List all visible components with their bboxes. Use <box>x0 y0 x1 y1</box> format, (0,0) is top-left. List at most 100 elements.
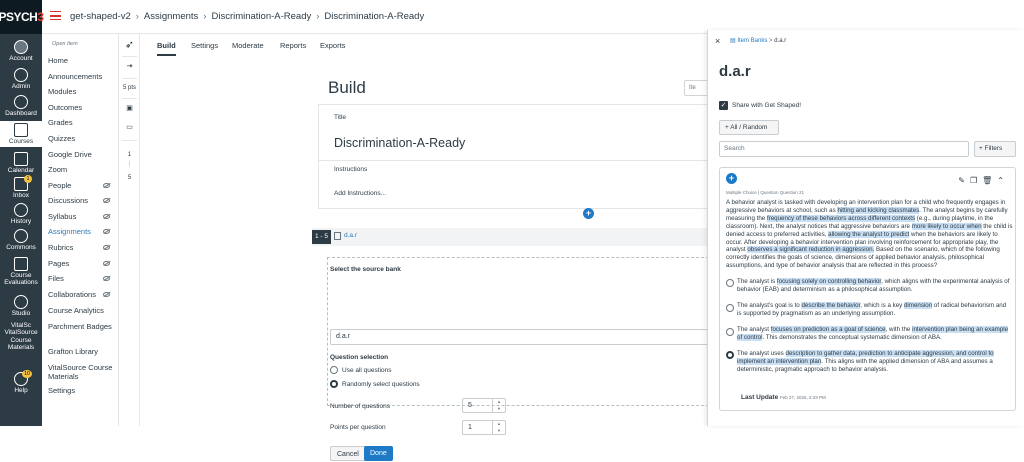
chevron-up-icon[interactable]: ⌃ <box>997 176 1009 185</box>
nav-account[interactable]: Account <box>0 40 42 62</box>
tab-moderate[interactable]: Moderate <box>232 41 264 50</box>
search-input[interactable]: Search <box>719 141 969 157</box>
question-meta: Multiple Choice | Question Question 21 <box>726 190 804 195</box>
course-nav-item[interactable]: Parchment Badges <box>48 322 114 331</box>
course-nav-item-files[interactable]: Files <box>48 274 114 283</box>
quiz-title[interactable]: Discrimination-A-Ready <box>334 136 465 150</box>
source-bank-select[interactable]: d.a.r <box>330 329 716 345</box>
add-question-plus-icon[interactable]: + <box>726 173 737 184</box>
nav-history[interactable]: History <box>0 203 42 225</box>
bank-range-chip: 1 - 5 <box>312 230 332 244</box>
course-nav-item[interactable]: Zoom <box>48 165 114 174</box>
crumb-item-banks[interactable]: Item Banks <box>737 38 767 44</box>
breadcrumb-assignments[interactable]: Assignments <box>144 11 198 22</box>
stepper-arrows-icon[interactable]: ▲ ▼ <box>492 421 505 434</box>
tab-reports[interactable]: Reports <box>280 41 306 50</box>
course-nav-item[interactable]: Grades <box>48 118 114 127</box>
answer-radio[interactable] <box>726 328 734 336</box>
course-nav-item-assignments[interactable]: Assignments <box>48 227 114 236</box>
rocket-icon[interactable]: ➶ <box>123 39 136 52</box>
nav-courses[interactable]: Courses <box>0 121 42 147</box>
nav-label: Admin <box>11 83 31 90</box>
nav-help[interactable]: 10 Help <box>0 370 42 394</box>
breadcrumb-course[interactable]: get-shaped-v2 <box>70 11 131 22</box>
course-nav-item-collaborations[interactable]: Collaborations <box>48 290 114 299</box>
all-random-label: All / Random <box>730 124 768 131</box>
course-nav-item-rubrics[interactable]: Rubrics <box>48 243 114 252</box>
course-nav-label: Files <box>48 274 64 283</box>
course-nav-item[interactable]: Announcements <box>48 72 114 81</box>
course-nav-item-people[interactable]: People <box>48 181 114 190</box>
course-nav: Open Item Home Announcements Modules Out… <box>42 34 118 426</box>
question-card: + ✎❐🗑⌃ Multiple Choice | Question Questi… <box>719 167 1016 411</box>
title-label: Title <box>334 114 347 121</box>
course-nav-item[interactable]: Quizzes <box>48 134 114 143</box>
page-title: Build <box>328 78 366 97</box>
inbox-badge: 1 <box>24 175 32 183</box>
edit-pencil-icon[interactable]: ✎ <box>958 176 970 185</box>
commons-icon <box>14 229 28 243</box>
filters-button[interactable]: + Filters <box>974 141 1016 157</box>
nav-course-evaluations[interactable]: Course Evaluations <box>0 257 42 287</box>
done-button[interactable]: Done <box>364 446 393 461</box>
nav-label: Help <box>14 387 28 394</box>
stepper-arrows-icon[interactable]: ▲ ▼ <box>492 399 505 412</box>
course-nav-item-syllabus[interactable]: Syllabus <box>48 212 114 221</box>
tab-build[interactable]: Build <box>157 41 176 56</box>
bank-name[interactable]: d.a.r <box>344 232 357 239</box>
course-nav-item[interactable]: Home <box>48 56 114 65</box>
print-icon[interactable]: ▣ <box>119 104 140 112</box>
tab-settings[interactable]: Settings <box>191 41 218 50</box>
answer-radio[interactable] <box>726 304 734 312</box>
close-icon[interactable]: × <box>715 36 720 46</box>
course-nav-item[interactable]: Course Analytics <box>48 306 114 315</box>
course-nav-item-discussions[interactable]: Discussions <box>48 196 114 205</box>
nav-studio[interactable]: Studio <box>0 295 42 317</box>
all-random-button[interactable]: + All / Random <box>719 120 779 135</box>
share-checkbox[interactable]: ✓ <box>719 101 728 110</box>
institution-logo[interactable]: PSYCH 3 <box>0 0 44 34</box>
hidden-eye-icon <box>103 198 110 203</box>
nav-inbox[interactable]: 1 Inbox <box>0 175 42 199</box>
hidden-eye-icon <box>103 229 110 234</box>
nav-label-top: VitalSc <box>10 322 32 329</box>
nav-label: Account <box>9 55 33 62</box>
preview-icon[interactable]: ▭ <box>119 123 140 131</box>
collapse-icon[interactable]: ⇥ <box>119 62 140 70</box>
instructions-input[interactable]: Add Instructions... <box>334 190 386 197</box>
hamburger-menu-icon[interactable] <box>50 11 61 20</box>
nav-admin[interactable]: Admin <box>0 68 42 90</box>
nav-vitalsource[interactable]: VitalSc VitalSource Course Materials <box>0 322 42 352</box>
radio-use-all[interactable] <box>330 366 338 374</box>
pager-line: | <box>128 161 131 167</box>
pager-bottom[interactable]: 5 <box>119 175 140 181</box>
breadcrumb-sep-icon: › <box>203 11 207 22</box>
pager-top[interactable]: 1 <box>119 152 140 158</box>
course-nav-item[interactable]: Grafton Library <box>48 347 114 356</box>
course-nav-item[interactable]: VitalSource Course Materials <box>48 363 114 382</box>
course-nav-item[interactable]: Modules <box>48 87 114 96</box>
nav-dashboard[interactable]: Dashboard <box>0 95 42 117</box>
trash-icon[interactable]: 🗑 <box>982 176 997 185</box>
breadcrumb-assignment[interactable]: Discrimination-A-Ready <box>211 11 311 22</box>
points-value: 1 <box>468 424 472 431</box>
breadcrumb-sep-icon: › <box>135 11 139 22</box>
course-nav-item-pages[interactable]: Pages <box>48 259 114 268</box>
cancel-button[interactable]: Cancel <box>330 446 366 461</box>
course-nav-item[interactable]: Outcomes <box>48 103 114 112</box>
radio-random[interactable] <box>330 380 338 388</box>
answer-radio[interactable] <box>726 279 734 287</box>
tab-exports[interactable]: Exports <box>320 41 345 50</box>
nav-calendar[interactable]: Calendar <box>0 152 42 174</box>
points-stepper[interactable]: 1 ▲ ▼ <box>462 420 506 435</box>
nav-commons[interactable]: Commons <box>0 229 42 251</box>
add-item-plus-icon[interactable]: + <box>583 208 594 219</box>
num-questions-stepper[interactable]: 5 ▲ ▼ <box>462 398 506 413</box>
tray-title: d.a.r <box>719 63 751 80</box>
studio-icon <box>14 295 28 309</box>
share-label: Share with Get Shaped! <box>732 102 802 109</box>
answer-radio-selected[interactable] <box>726 351 734 359</box>
course-nav-item[interactable]: Settings <box>48 386 114 395</box>
course-nav-item[interactable]: Google Drive <box>48 150 114 159</box>
copy-icon[interactable]: ❐ <box>970 176 982 185</box>
